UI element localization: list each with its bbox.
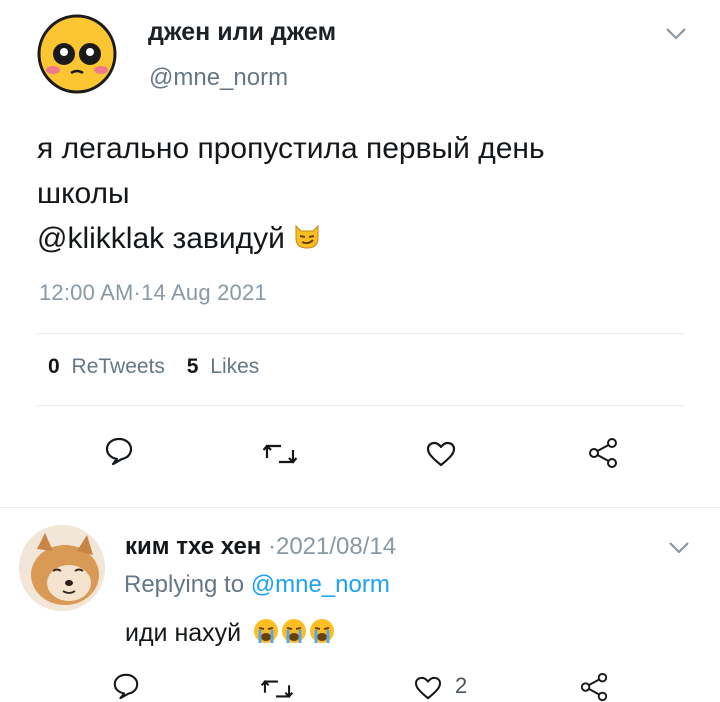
reply-likes-count: 2 <box>455 673 468 698</box>
reply-author-line: ким тхе хен ·2021/08/14 <box>125 533 396 561</box>
tweet-text-line: я легально пропустила первый день <box>37 132 545 165</box>
tweet-text-line: @klikklak завидуй <box>37 216 545 263</box>
reply-date[interactable]: ·2021/08/14 <box>268 533 396 560</box>
reply-author-avatar[interactable] <box>19 525 105 611</box>
heart-icon[interactable] <box>414 676 442 700</box>
speech-bubble-icon[interactable] <box>112 672 140 700</box>
retweet-icon[interactable] <box>263 440 297 468</box>
author-avatar[interactable] <box>37 14 117 94</box>
reply-text-body: иди нахуй <box>125 619 242 648</box>
replying-to: Replying to @mne_norm <box>124 571 390 599</box>
replying-handle-link[interactable]: @mne_norm <box>251 571 390 598</box>
speech-bubble-icon[interactable] <box>104 436 134 466</box>
heart-icon[interactable] <box>426 441 456 467</box>
reply-author-name[interactable]: ким тхе хен <box>125 533 261 560</box>
engagement-counts: 0 ReTweets 5 Likes <box>48 355 259 379</box>
tweet-text-line: школы <box>37 177 130 210</box>
replying-prefix: Replying to <box>124 571 251 598</box>
retweets-count: 0 <box>48 355 60 378</box>
chevron-down-icon[interactable] <box>668 541 690 555</box>
reply-text: иди нахуй <box>125 617 336 652</box>
divider <box>37 333 684 334</box>
author-handle[interactable]: @mne_norm <box>149 64 288 92</box>
tweet-text: я легально пропустила первый день школы … <box>37 126 545 263</box>
tweet-text-fragment: завидуй <box>164 222 285 255</box>
mention-link[interactable]: @klikklak <box>37 222 164 255</box>
loudly-crying-emoji-icon <box>252 617 336 652</box>
likes-label[interactable]: Likes <box>210 355 259 378</box>
tweet-timestamp[interactable]: 12:00 AM·14 Aug 2021 <box>39 280 267 306</box>
chevron-down-icon[interactable] <box>665 27 687 41</box>
likes-count: 5 <box>186 355 199 378</box>
retweet-icon[interactable] <box>261 676 293 702</box>
smirk-cat-emoji-icon <box>293 218 321 263</box>
share-icon[interactable] <box>587 437 619 469</box>
retweets-label[interactable]: ReTweets <box>72 355 165 378</box>
divider <box>0 507 720 508</box>
author-name[interactable]: джен или джем <box>148 18 336 47</box>
share-icon[interactable] <box>579 672 609 702</box>
divider <box>37 405 684 406</box>
